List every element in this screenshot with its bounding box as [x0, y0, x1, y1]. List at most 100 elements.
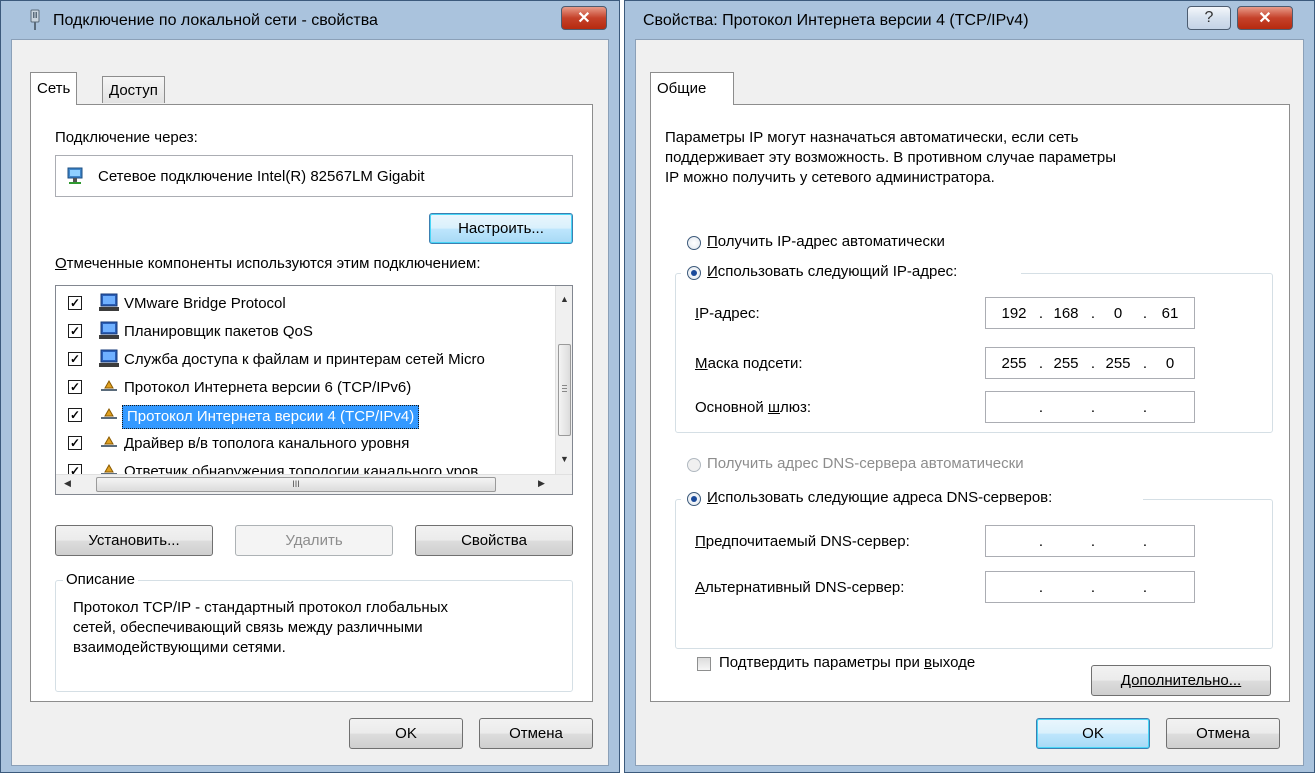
close-button[interactable]: ✕ — [1237, 6, 1293, 30]
component-checkbox[interactable]: ✓ — [68, 408, 82, 422]
cancel-button[interactable]: Отмена — [479, 718, 593, 749]
radio-auto-dns[interactable] — [687, 458, 701, 472]
list-item[interactable]: ✓ Служба доступа к файлам и принтерам сет… — [68, 348, 548, 372]
lan-properties-window: Подключение по локальной сети - свойства… — [0, 0, 620, 773]
protocol-icon — [101, 379, 117, 391]
list-item[interactable]: ✓ Протокол Интернета версии 6 (TCP/IPv6) — [68, 376, 548, 400]
components-list[interactable]: ✓ VMware Bridge Protocol ✓ Планировщик паке… — [55, 285, 573, 495]
tab-network[interactable]: Сеть — [30, 72, 78, 105]
protocol-icon — [101, 435, 117, 447]
component-label: VMware Bridge Protocol — [124, 295, 286, 312]
component-checkbox[interactable]: ✓ — [68, 380, 82, 394]
scroll-left-icon[interactable]: ◀ — [64, 478, 71, 489]
adapter-box: Сетевое подключение Intel(R) 82567LM Gig… — [55, 155, 573, 197]
label-text: спользовать следующие адреса DNS-серверо… — [717, 489, 1053, 506]
remove-label: Удалить — [285, 532, 343, 549]
ip-octet: 192 — [1001, 305, 1027, 322]
radio-manual-dns[interactable] — [687, 492, 701, 506]
tab-label: Доступ — [109, 82, 158, 99]
ip-octet: 0 — [1113, 305, 1123, 322]
help-button[interactable]: ? — [1187, 6, 1231, 30]
scroll-right-icon[interactable]: ▶ — [538, 478, 545, 489]
preferred-dns-input[interactable]: . . . — [985, 525, 1195, 557]
scroll-down-icon[interactable]: ▼ — [560, 454, 569, 464]
validate-checkbox[interactable] — [697, 657, 711, 671]
list-item[interactable]: ✓ Протокол Интернета версии 4 (TCP/IPv4) — [68, 404, 548, 429]
intro-line-2: поддерживает эту возможность. В противно… — [665, 149, 1117, 166]
description-line-1: Протокол TCP/IP - стандартный протокол г… — [73, 599, 448, 616]
close-icon: ✕ — [1258, 10, 1272, 27]
network-service-icon — [99, 293, 119, 311]
subnet-mask-input[interactable]: 255 . 255 . 255 . 0 — [985, 347, 1195, 379]
network-service-icon — [99, 349, 119, 367]
description-line-3: взаимодействующими сетями. — [73, 639, 286, 656]
network-service-icon — [99, 321, 119, 339]
mask-octet: 0 — [1165, 355, 1175, 372]
alternate-dns-input[interactable]: . . . — [985, 571, 1195, 603]
component-checkbox[interactable]: ✓ — [68, 324, 82, 338]
scroll-thumb[interactable] — [558, 344, 571, 436]
gateway-input[interactable]: . . . — [985, 391, 1195, 423]
list-item[interactable]: ✓ VMware Bridge Protocol — [68, 292, 548, 316]
ok-button[interactable]: OK — [349, 718, 463, 749]
radio-manual-dns-label[interactable]: Использовать следующие адреса DNS-сервер… — [707, 489, 1052, 506]
description-line-2: сетей, обеспечивающий связь между различ… — [73, 619, 423, 636]
tab-label: Общие — [657, 80, 707, 97]
component-checkbox[interactable]: ✓ — [68, 352, 82, 366]
configure-button[interactable]: Настроить... — [429, 213, 573, 244]
mask-octet: 255 — [1001, 355, 1027, 372]
radio-auto-ip[interactable] — [687, 236, 701, 250]
help-icon: ? — [1204, 9, 1214, 26]
dialog-client: Общие Параметры IP могут назначаться авт… — [635, 39, 1304, 766]
window-title: Подключение по локальной сети - свойства — [53, 12, 378, 29]
protocol-icon — [101, 407, 117, 419]
remove-button[interactable]: Удалить — [235, 525, 393, 556]
close-icon: ✕ — [577, 10, 591, 27]
validate-label[interactable]: Подтвердить параметры при выходе — [719, 654, 975, 671]
title-bar[interactable]: Подключение по локальной сети - свойства… — [1, 1, 619, 39]
description-label: Описание — [63, 571, 139, 588]
window-title: Свойства: Протокол Интернета версии 4 (T… — [643, 12, 1029, 29]
advanced-label: Дополнительно... — [1120, 672, 1242, 689]
component-label: Протокол Интернета версии 6 (TCP/IPv6) — [124, 379, 412, 396]
vertical-scrollbar[interactable]: ▲ ▼ — [555, 286, 572, 474]
ip-address-input[interactable]: 192 . 168 . 0 . 61 — [985, 297, 1195, 329]
advanced-button[interactable]: Дополнительно... — [1091, 665, 1271, 696]
properties-button[interactable]: Свойства — [415, 525, 573, 556]
hscroll-thumb[interactable]: III — [96, 477, 496, 492]
radio-manual-ip[interactable] — [687, 266, 701, 280]
mask-octet: 255 — [1105, 355, 1131, 372]
component-checkbox[interactable]: ✓ — [68, 436, 82, 450]
component-label: Протокол Интернета версии 4 (TCP/IPv4) — [122, 405, 420, 429]
intro-line-1: Параметры IP могут назначаться автоматич… — [665, 129, 1079, 146]
ok-button[interactable]: OK — [1036, 718, 1150, 749]
component-label: Драйвер в/в тополога канального уровня — [124, 435, 410, 452]
cancel-button[interactable]: Отмена — [1166, 718, 1280, 749]
radio-auto-dns-label[interactable]: Получить адрес DNS-сервера автоматически — [707, 455, 1024, 472]
tab-sharing[interactable]: Доступ — [102, 76, 165, 103]
list-item[interactable]: ✓ Планировщик пакетов QoS — [68, 320, 548, 344]
close-button[interactable]: ✕ — [561, 6, 607, 30]
connect-via-label: Подключение через: — [55, 129, 198, 146]
component-checkbox[interactable]: ✓ — [68, 296, 82, 310]
install-button[interactable]: Установить... — [55, 525, 213, 556]
mask-label: Маска подсети: — [695, 355, 803, 372]
title-bar[interactable]: Свойства: Протокол Интернета версии 4 (T… — [625, 1, 1314, 39]
intro-line-3: IP можно получить у сетевого администрат… — [665, 169, 995, 186]
tab-page-general: Параметры IP могут назначаться автоматич… — [650, 104, 1290, 702]
label-text: олучить IP-адрес автоматически — [717, 233, 945, 250]
components-label-text: тмеченные компоненты используются этим п… — [66, 255, 481, 272]
pref-dns-label: Предпочитаемый DNS-сервер: — [695, 533, 910, 550]
ip-label: IP-адрес: — [695, 305, 760, 322]
components-label: Отмеченные компоненты используются этим … — [55, 255, 481, 272]
ip-octet: 61 — [1161, 305, 1179, 322]
tab-general[interactable]: Общие — [650, 72, 734, 105]
mask-octet: 255 — [1053, 355, 1079, 372]
radio-manual-ip-label[interactable]: Использовать следующий IP-адрес: — [707, 263, 957, 280]
ip-octet: 168 — [1053, 305, 1079, 322]
list-item[interactable]: ✓ Драйвер в/в тополога канального уровня — [68, 432, 548, 456]
horizontal-scrollbar[interactable]: ◀ III ▶ — [56, 474, 572, 494]
radio-auto-ip-label[interactable]: Получить IP-адрес автоматически — [707, 233, 945, 250]
scroll-up-icon[interactable]: ▲ — [560, 294, 569, 304]
label-text: спользовать следующий IP-адрес: — [717, 263, 958, 280]
